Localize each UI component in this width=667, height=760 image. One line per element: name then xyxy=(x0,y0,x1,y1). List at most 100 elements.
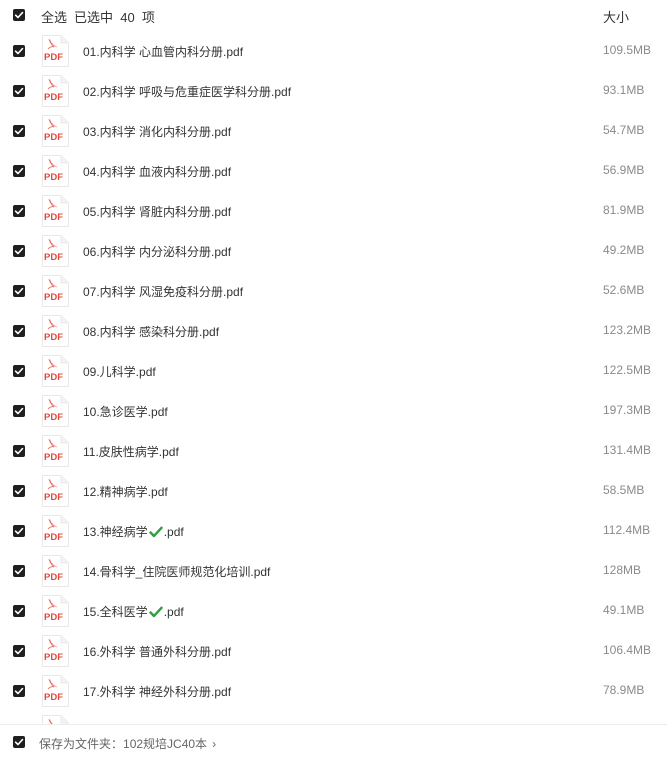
selected-count-text: 已选中 40 项 xyxy=(74,10,155,25)
pdf-file-icon: PDF xyxy=(42,595,69,627)
pdf-label: PDF xyxy=(44,92,63,103)
file-row[interactable]: PDF 10.急诊医学.pdf 197.3MB xyxy=(0,391,667,431)
file-name: 15.全科医学 .pdf xyxy=(83,603,184,620)
file-name-text: 17.外科学 神经外科分册.pdf xyxy=(83,685,232,699)
pdf-file-icon: PDF xyxy=(42,115,69,147)
pdf-label: PDF xyxy=(44,532,63,543)
file-checkbox[interactable] xyxy=(13,605,25,617)
list-header: 全选 已选中 40 项 大小 xyxy=(0,0,667,31)
file-checkbox[interactable] xyxy=(13,85,25,97)
file-size: 128MB xyxy=(603,563,642,577)
file-name: 07.内科学 风湿免疫科分册.pdf xyxy=(83,283,243,300)
file-checkbox[interactable] xyxy=(13,485,25,497)
file-size: 58.5MB xyxy=(603,483,645,497)
file-name-text: 03.内科学 消化内科分册.pdf xyxy=(83,125,232,139)
file-size: 106.4MB xyxy=(603,643,652,657)
file-name: 17.外科学 神经外科分册.pdf xyxy=(83,683,231,700)
file-checkbox[interactable] xyxy=(13,405,25,417)
file-checkbox[interactable] xyxy=(13,125,25,137)
file-row[interactable]: PDF 17.外科学 神经外科分册.pdf 78.9MB xyxy=(0,671,667,711)
pdf-file-icon: PDF xyxy=(42,475,69,507)
file-checkbox[interactable] xyxy=(13,645,25,657)
file-name-text: 04.内科学 血液内科分册.pdf xyxy=(83,165,232,179)
check-icon xyxy=(14,367,24,375)
file-row-partial[interactable]: PDF xyxy=(0,711,667,724)
file-row[interactable]: PDF 06.内科学 内分泌科分册.pdf 49.2MB xyxy=(0,231,667,271)
file-name-ext: .pdf xyxy=(163,524,184,539)
select-all-checkbox[interactable] xyxy=(13,9,25,21)
pdf-file-icon: PDF xyxy=(42,155,69,187)
file-name-text: 07.内科学 风湿免疫科分册.pdf xyxy=(83,285,244,299)
file-name: 13.神经病学 .pdf xyxy=(83,523,184,540)
check-icon xyxy=(14,647,24,655)
save-location-label[interactable]: 保存为文件夹：102规培JC40本 › xyxy=(39,735,216,752)
file-size: 49.1MB xyxy=(603,603,645,617)
save-folder-checkbox[interactable] xyxy=(13,736,25,748)
pdf-label: PDF xyxy=(44,332,63,343)
file-name-text: 01.内科学 心血管内科分册.pdf xyxy=(83,45,244,59)
file-row[interactable]: PDF 02.内科学 呼吸与危重症医学科分册.pdf 93.1MB xyxy=(0,71,667,111)
file-name: 06.内科学 内分泌科分册.pdf xyxy=(83,243,231,260)
file-checkbox[interactable] xyxy=(13,525,25,537)
file-row[interactable]: PDF 07.内科学 风湿免疫科分册.pdf 52.6MB xyxy=(0,271,667,311)
file-checkbox[interactable] xyxy=(13,365,25,377)
file-checkbox[interactable] xyxy=(13,205,25,217)
check-mark-icon xyxy=(148,606,163,617)
file-size: 54.7MB xyxy=(603,123,645,137)
pdf-label: PDF xyxy=(44,132,63,143)
file-name-text: 02.内科学 呼吸与危重症医学科分册.pdf xyxy=(83,85,292,99)
pdf-label: PDF xyxy=(44,212,63,223)
file-name-text: 12.精神病学.pdf xyxy=(83,485,168,499)
file-row[interactable]: PDF 14.骨科学_住院医师规范化培训.pdf 128MB xyxy=(0,551,667,591)
file-name-text: 09.儿科学.pdf xyxy=(83,365,156,379)
file-checkbox[interactable] xyxy=(13,45,25,57)
file-size: 122.5MB xyxy=(603,363,652,377)
file-row[interactable]: PDF 05.内科学 肾脏内科分册.pdf 81.9MB xyxy=(0,191,667,231)
file-row[interactable]: PDF 08.内科学 感染科分册.pdf 123.2MB xyxy=(0,311,667,351)
file-row[interactable]: PDF 13.神经病学 .pdf 112.4MB xyxy=(0,511,667,551)
pdf-file-icon: PDF xyxy=(42,435,69,467)
file-row[interactable]: PDF 15.全科医学 .pdf 49.1MB xyxy=(0,591,667,631)
file-checkbox[interactable] xyxy=(13,445,25,457)
file-checkbox[interactable] xyxy=(13,165,25,177)
file-name-text: 08.内科学 感染科分册.pdf xyxy=(83,325,220,339)
chevron-right-icon: › xyxy=(212,737,217,751)
file-checkbox[interactable] xyxy=(13,685,25,697)
file-size: 52.6MB xyxy=(603,283,645,297)
save-folder-name: 102规培JC40本 xyxy=(123,737,208,751)
file-checkbox[interactable] xyxy=(13,325,25,337)
check-icon xyxy=(14,567,24,575)
file-checkbox[interactable] xyxy=(13,245,25,257)
file-name: 01.内科学 心血管内科分册.pdf xyxy=(83,43,243,60)
file-name: 05.内科学 肾脏内科分册.pdf xyxy=(83,203,231,220)
file-name: 03.内科学 消化内科分册.pdf xyxy=(83,123,231,140)
file-row[interactable]: PDF 12.精神病学.pdf 58.5MB xyxy=(0,471,667,511)
pdf-label: PDF xyxy=(44,52,63,63)
file-row[interactable]: PDF 03.内科学 消化内科分册.pdf 54.7MB xyxy=(0,111,667,151)
check-icon xyxy=(14,407,24,415)
pdf-label: PDF xyxy=(44,612,63,623)
file-list: PDF 01.内科学 心血管内科分册.pdf 109.5MB PDF 02.内科学 呼吸… xyxy=(0,31,667,724)
pdf-file-icon: PDF xyxy=(42,355,69,387)
pdf-file-icon: PDF xyxy=(42,715,69,724)
file-name: 14.骨科学_住院医师规范化培训.pdf xyxy=(83,563,270,580)
save-location-bar[interactable]: 保存为文件夹：102规培JC40本 › xyxy=(0,724,667,760)
select-all-label[interactable]: 全选 xyxy=(41,7,67,26)
file-size: 49.2MB xyxy=(603,243,645,257)
file-row[interactable]: PDF 01.内科学 心血管内科分册.pdf 109.5MB xyxy=(0,31,667,71)
pdf-file-icon: PDF xyxy=(42,275,69,307)
pdf-file-icon: PDF xyxy=(42,555,69,587)
file-row[interactable]: PDF 11.皮肤性病学.pdf 131.4MB xyxy=(0,431,667,471)
file-row[interactable]: PDF 04.内科学 血液内科分册.pdf 56.9MB xyxy=(0,151,667,191)
pdf-file-icon: PDF xyxy=(42,315,69,347)
file-name: 09.儿科学.pdf xyxy=(83,363,156,380)
pdf-file-icon: PDF xyxy=(42,635,69,667)
pdf-file-icon: PDF xyxy=(42,35,69,67)
file-checkbox[interactable] xyxy=(13,565,25,577)
file-row[interactable]: PDF 16.外科学 普通外科分册.pdf 106.4MB xyxy=(0,631,667,671)
check-icon xyxy=(14,447,24,455)
file-name: 12.精神病学.pdf xyxy=(83,483,168,500)
file-checkbox[interactable] xyxy=(13,285,25,297)
file-row[interactable]: PDF 09.儿科学.pdf 122.5MB xyxy=(0,351,667,391)
check-icon xyxy=(14,687,24,695)
